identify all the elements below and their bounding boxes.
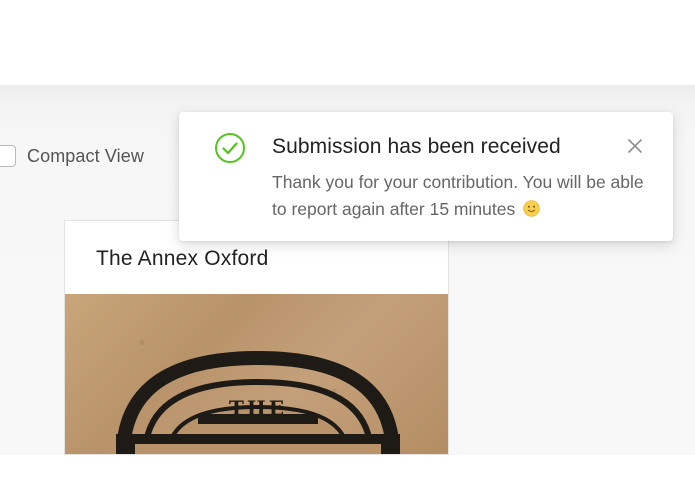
compact-view-label[interactable]: Compact View xyxy=(27,146,144,167)
toast-title: Submission has been received xyxy=(272,135,561,158)
logo-text: THE xyxy=(229,396,287,420)
top-header xyxy=(0,0,695,85)
check-circle-icon xyxy=(215,133,245,163)
compact-view-toggle[interactable]: Compact View xyxy=(0,145,144,167)
venue-logo-image: THE xyxy=(116,350,400,454)
notification-toast: Submission has been received Thank you f… xyxy=(179,112,673,241)
slightly-smiling-face-icon xyxy=(523,200,540,217)
compact-view-checkbox[interactable] xyxy=(0,145,16,167)
venue-card[interactable]: The Annex Oxford THE xyxy=(64,220,449,455)
toast-message-container: Thank you for your contribution. You wil… xyxy=(272,169,647,223)
venue-card-title[interactable]: The Annex Oxford xyxy=(96,247,268,271)
page-footer-area xyxy=(0,455,695,494)
toast-message: Thank you for your contribution. You wil… xyxy=(272,172,644,219)
venue-card-image[interactable]: THE xyxy=(65,294,448,454)
close-icon[interactable] xyxy=(626,137,644,155)
